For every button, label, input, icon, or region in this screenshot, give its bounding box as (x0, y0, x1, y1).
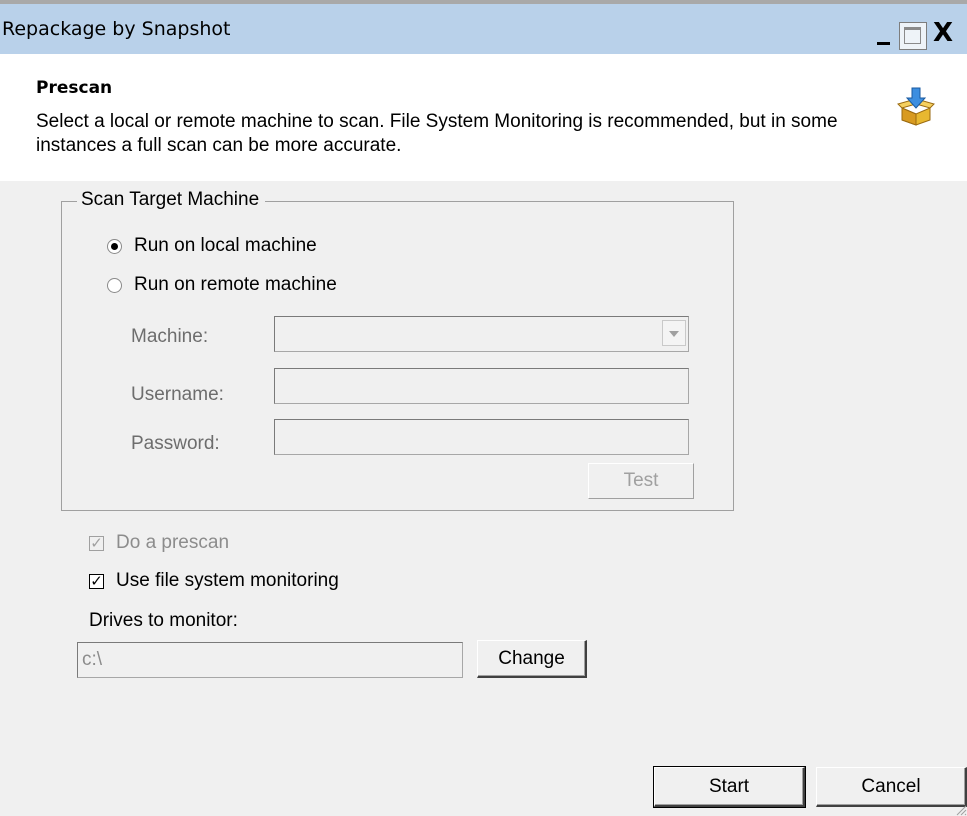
package-download-icon (897, 87, 935, 126)
wizard-header: Prescan Select a local or remote machine… (0, 54, 967, 181)
cancel-button[interactable]: Cancel (816, 767, 967, 807)
fs-monitoring-checkbox[interactable]: ✓ (89, 573, 104, 589)
fs-monitoring-checkbox-row[interactable]: ✓ Use file system monitoring (89, 570, 339, 592)
close-icon[interactable]: X (933, 20, 967, 46)
window-title: Repackage by Snapshot (2, 18, 231, 40)
drives-field[interactable]: c:\ (77, 642, 463, 678)
resize-grip-icon[interactable] (953, 802, 967, 816)
radio-remote-label[interactable]: Run on remote machine (134, 274, 337, 296)
start-button[interactable]: Start (653, 766, 806, 808)
password-field[interactable] (274, 419, 689, 455)
radio-local-indicator[interactable] (107, 238, 122, 254)
password-label: Password: (131, 433, 220, 454)
username-label: Username: (131, 384, 224, 405)
maximize-icon[interactable] (899, 22, 927, 50)
prescan-checkbox-row[interactable]: ✓ Do a prescan (89, 532, 229, 554)
username-field[interactable] (274, 368, 689, 404)
radio-local-label[interactable]: Run on local machine (134, 235, 317, 257)
prescan-checkbox[interactable]: ✓ (89, 535, 104, 551)
machine-label: Machine: (131, 326, 209, 347)
scan-target-legend: Scan Target Machine (77, 189, 266, 211)
page-description: Select a local or remote machine to scan… (36, 111, 838, 156)
radio-local-machine[interactable]: Run on local machine (107, 235, 317, 257)
title-bar[interactable]: Repackage by Snapshot X (0, 4, 967, 54)
page-title: Prescan (36, 78, 113, 98)
machine-dropdown[interactable] (274, 316, 689, 352)
radio-remote-indicator[interactable] (107, 277, 122, 293)
chevron-down-icon[interactable] (662, 320, 686, 346)
radio-remote-machine[interactable]: Run on remote machine (107, 274, 337, 296)
test-button[interactable]: Test (588, 463, 694, 499)
drives-label: Drives to monitor: (89, 610, 238, 631)
prescan-label[interactable]: Do a prescan (116, 532, 229, 554)
minimize-icon[interactable] (873, 24, 895, 50)
fs-monitoring-label[interactable]: Use file system monitoring (116, 570, 339, 592)
change-button[interactable]: Change (477, 640, 587, 678)
